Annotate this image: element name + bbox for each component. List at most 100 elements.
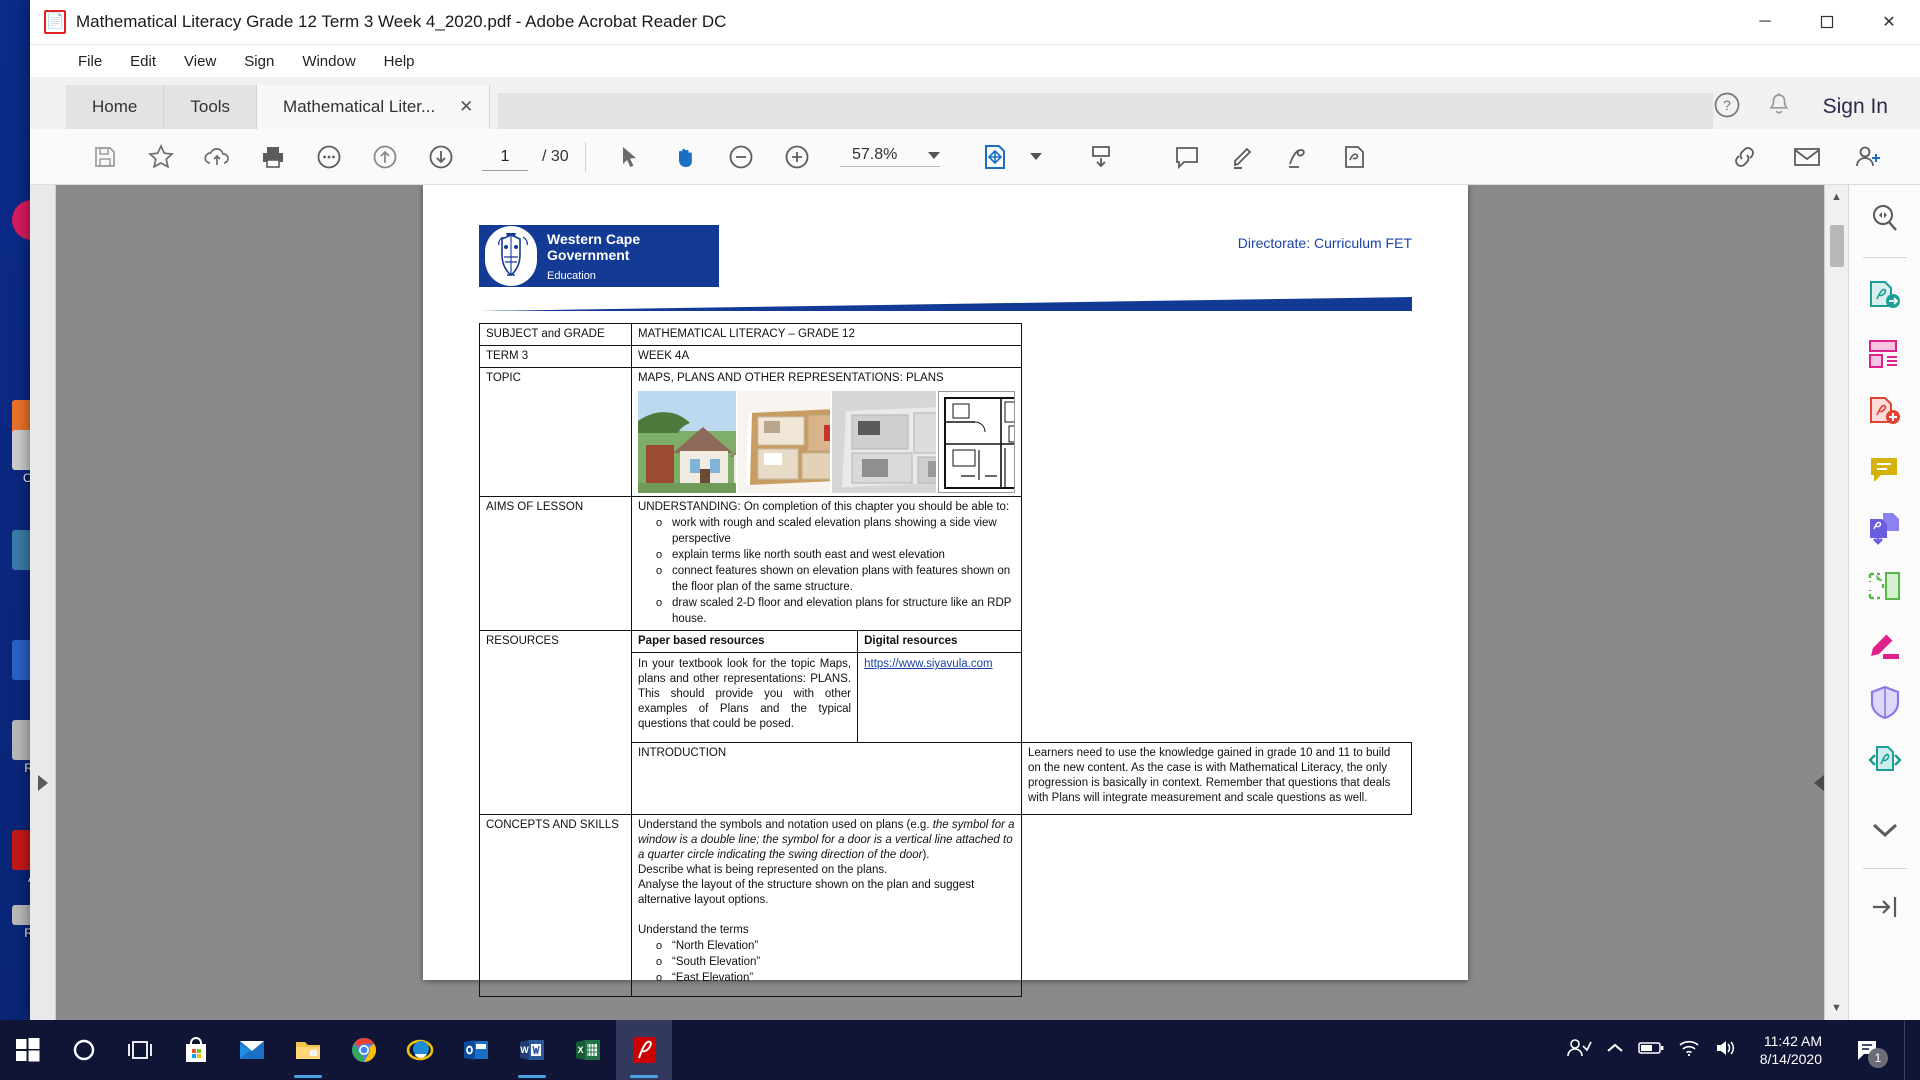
concepts-terms-intro: Understand the terms [638,924,749,936]
tab-home[interactable]: Home [66,85,165,129]
table-row-subject: SUBJECT and GRADE MATHEMATICAL LITERACY … [479,323,1412,346]
menu-item-sign[interactable]: Sign [232,50,286,73]
internet-explorer-icon[interactable] [392,1020,448,1080]
tab-document[interactable]: Mathematical Liter... ✕ [257,85,491,129]
taskbar-clock[interactable]: 11:42 AM 8/14/2020 [1750,1032,1832,1068]
add-person-icon[interactable] [1842,135,1896,179]
file-explorer-icon[interactable] [280,1020,336,1080]
start-icon[interactable] [0,1020,56,1080]
subject-label: SUBJECT and GRADE [479,323,632,346]
export-pdf-icon[interactable] [1863,276,1907,316]
document-viewer[interactable]: Western Cape Government Education Direct… [56,185,1824,1020]
notifications-button[interactable]: 1 [1846,1020,1890,1080]
scrollbar-thumb[interactable] [1830,225,1844,267]
outlook-icon[interactable] [448,1020,504,1080]
close-icon[interactable]: ✕ [453,97,479,117]
menu-item-view[interactable]: View [172,50,228,73]
menu-item-edit[interactable]: Edit [118,50,168,73]
highlight-icon[interactable] [1216,135,1270,179]
fit-dropdown-chevron-icon[interactable] [1029,153,1042,160]
menu-item-file[interactable]: File [66,50,114,73]
scroll-mode-icon[interactable] [1074,135,1128,179]
maximize-button[interactable] [1796,0,1858,44]
hand-tool-icon[interactable] [658,135,712,179]
concepts-paragraph-2: Describe what is being represented on th… [638,864,888,876]
chrome-icon[interactable] [336,1020,392,1080]
share-link-icon[interactable] [1718,135,1772,179]
resources-digital-cell: https://www.siyavula.com [858,653,1021,743]
page-total-label: / 30 [542,147,569,165]
battery-icon[interactable] [1637,1041,1664,1060]
volume-icon[interactable] [1714,1039,1736,1062]
chevron-down-icon[interactable] [927,151,940,159]
workspace: Western Cape Government Education Direct… [30,185,1920,1020]
collapse-right-pane-icon[interactable] [1814,775,1824,791]
highlight-tool-icon[interactable] [1863,624,1907,664]
toolbar-right-actions [1718,135,1920,179]
minimize-button[interactable]: ─ [1734,0,1796,44]
cursor-select-icon[interactable] [602,135,656,179]
menu-item-help[interactable]: Help [372,50,427,73]
fill-and-sign-icon[interactable] [1328,135,1382,179]
subject-value: MATHEMATICAL LITERACY – GRADE 12 [631,323,1022,346]
sign-in-button[interactable]: Sign In [1817,95,1894,119]
acrobat-icon[interactable] [616,1020,672,1080]
excel-icon[interactable]: X [560,1020,616,1080]
scroll-up-button[interactable]: ▲ [1825,185,1848,209]
mail-icon[interactable] [224,1020,280,1080]
organise-pages-icon[interactable] [1863,334,1907,374]
compress-pdf-icon[interactable] [1863,740,1907,780]
expand-navigation-icon[interactable] [38,775,48,791]
bell-icon[interactable] [1767,92,1791,123]
cloud-upload-icon[interactable] [190,135,244,179]
zoom-level-value[interactable]: 57.8% [840,146,910,164]
cortana-icon[interactable] [56,1020,112,1080]
blue-banner-graphic [479,297,1412,311]
close-button[interactable]: ✕ [1858,0,1920,44]
search-tool-icon[interactable] [1863,199,1907,239]
tab-tools[interactable]: Tools [164,85,258,129]
page-number-input[interactable]: 1 [482,142,528,171]
system-tray: 11:42 AM 8/14/2020 1 [1566,1020,1920,1080]
vertical-scrollbar[interactable]: ▲ ▼ [1824,185,1848,1020]
add-comment-icon[interactable] [1160,135,1214,179]
email-icon[interactable] [1780,135,1834,179]
expand-panel-icon[interactable] [1863,887,1907,927]
navigation-pane-rail[interactable] [30,185,56,1020]
wifi-icon[interactable] [1678,1039,1700,1062]
create-pdf-icon[interactable] [1863,392,1907,432]
window-title: Mathematical Literacy Grade 12 Term 3 We… [76,12,727,31]
comment-icon[interactable] [302,135,356,179]
comment-tool-icon[interactable] [1863,450,1907,490]
save-icon[interactable] [78,135,132,179]
print-icon[interactable] [246,135,300,179]
menu-item-window[interactable]: Window [290,50,367,73]
zoom-in-icon[interactable] [770,135,824,179]
menu-bar: File Edit View Sign Window Help [30,45,1920,77]
word-icon[interactable]: W [504,1020,560,1080]
clock-time: 11:42 AM [1763,1033,1822,1049]
aims-item: draw scaled 2-D floor and elevation plan… [638,595,1015,627]
star-icon[interactable] [134,135,188,179]
windows-taskbar: W X 11:42 AM 8/14/2020 1 [0,1020,1920,1080]
scroll-down-button[interactable]: ▼ [1825,996,1848,1020]
people-icon[interactable] [1566,1037,1592,1064]
logo-line-1: Western Cape [547,230,641,247]
protect-icon[interactable] [1863,682,1907,722]
page-down-icon[interactable] [414,135,468,179]
draw-icon[interactable] [1272,135,1326,179]
combine-files-icon[interactable] [1863,508,1907,548]
siyavula-link[interactable]: https://www.siyavula.com [864,658,992,670]
show-desktop-button[interactable] [1904,1020,1912,1080]
show-hidden-icons-icon[interactable] [1606,1041,1624,1060]
page-up-icon[interactable] [358,135,412,179]
edit-pdf-icon[interactable] [1863,566,1907,606]
task-view-icon[interactable] [112,1020,168,1080]
aims-item: explain terms like north south east and … [638,547,1015,563]
fit-page-icon[interactable] [968,135,1022,179]
microsoft-store-icon[interactable] [168,1020,224,1080]
notification-count-badge: 1 [1868,1048,1888,1068]
zoom-out-icon[interactable] [714,135,768,179]
chevron-down-icon[interactable] [1863,810,1907,850]
help-circle-icon[interactable]: ? [1713,91,1741,124]
